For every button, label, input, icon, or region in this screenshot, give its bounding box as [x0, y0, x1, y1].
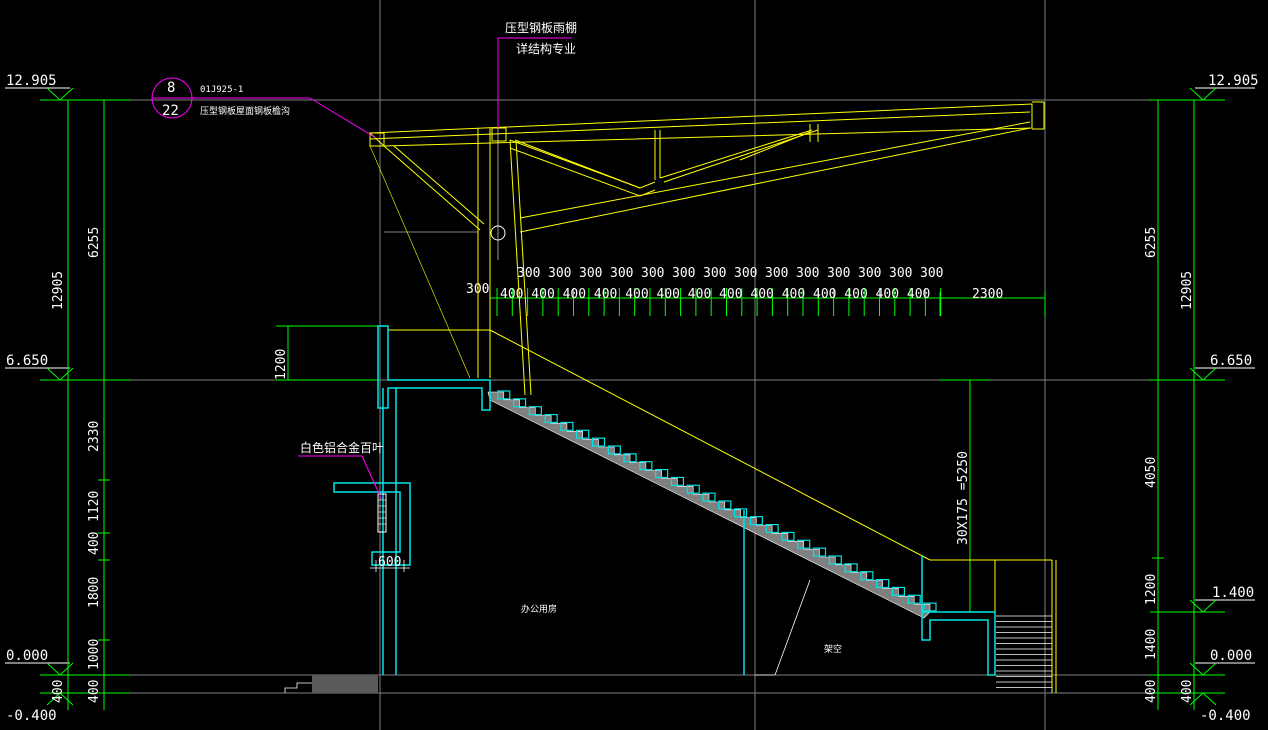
level-marker [1150, 367, 1255, 381]
canopy-note: 详结构专业 [516, 41, 576, 56]
dim-right-inner: 6255 [1144, 227, 1159, 258]
tread-dim-last: 2300 [972, 287, 1003, 302]
callout-ref-code: 01J925-1 [200, 85, 243, 95]
dim-stair-height: 30X175 =5250 [956, 451, 971, 545]
level-label: 12.905 [1208, 73, 1259, 89]
dim-right-inner: 4050 [1144, 457, 1159, 488]
callout-number: 8 [167, 80, 175, 96]
right-level-markers: 12.905 6.650 1.400 0.000 -0.400 [1150, 73, 1259, 724]
room-label: 架空 [824, 643, 842, 655]
tread-dim-bottom: 400 [907, 287, 930, 302]
level-label: -0.400 [6, 708, 57, 724]
dim-right-ground: 400 [1180, 680, 1195, 703]
tread-dim-bottom: 400 [876, 287, 899, 302]
lower-stair-hatch [996, 615, 1052, 688]
dim-louver: 600 [378, 555, 401, 570]
tread-labels: 300 300 300 300 300 300 300 300 300 300 300 300 300 3… [500, 266, 943, 302]
tread-dim-top: 300 [517, 266, 540, 281]
tread-dim-bottom: 400 [563, 287, 586, 302]
tread-dim-top: 300 [920, 266, 943, 281]
tread-dim-top: 300 [641, 266, 664, 281]
louver-note: 白色铝合金百叶 [300, 440, 384, 455]
right-dimension-chain [1152, 99, 1200, 710]
louver-hatch [378, 499, 386, 525]
dim-right-inner: 1400 [1144, 629, 1159, 660]
callout-number: 22 [162, 103, 179, 119]
dim-parapet: 1200 [274, 349, 289, 380]
dim-left-inner: 400 [87, 680, 102, 703]
level-label: -0.400 [1200, 708, 1251, 724]
dim-right-inner: 1200 [1144, 574, 1159, 605]
level-label: 1.400 [1212, 585, 1254, 601]
level-marker [1150, 87, 1255, 101]
dim-left-inner: 1120 [87, 491, 102, 522]
tread-dim-bottom: 400 [750, 287, 773, 302]
level-label: 0.000 [6, 648, 48, 664]
tread-dim-bottom: 400 [500, 287, 523, 302]
tread-dim-bottom: 400 [688, 287, 711, 302]
tread-dim-top: 300 [610, 266, 633, 281]
level-label: 12.905 [6, 73, 57, 89]
level-label: 0.000 [1210, 648, 1252, 664]
tread-dim-top: 300 [548, 266, 571, 281]
stair-flight [487, 391, 931, 619]
tread-dim-bottom: 400 [719, 287, 742, 302]
ground-steps [284, 682, 312, 693]
void-line [774, 579, 811, 676]
dim-right-total: 12905 [1180, 271, 1195, 310]
dim-left-inner: 2330 [87, 421, 102, 452]
tread-dim-top: 300 [703, 266, 726, 281]
dim-left-inner: 6255 [87, 227, 102, 258]
tread-dim-top: 300 [672, 266, 695, 281]
level-label: 6.650 [1210, 353, 1252, 369]
callout-ref-desc: 压型钢板屋面钢板檐沟 [200, 105, 290, 117]
level-marker [1150, 662, 1255, 676]
tread-dim-top: 300 [765, 266, 788, 281]
tread-dim-top: 300 [796, 266, 819, 281]
left-dimension-chain [62, 99, 110, 710]
tread-dim-bottom: 400 [657, 287, 680, 302]
level-marker [1150, 599, 1255, 613]
canopy-truss [368, 101, 1057, 693]
dim-left-inner: 400 [87, 532, 102, 555]
dim-left-inner: 1000 [87, 639, 102, 670]
tread-dim-top: 300 [889, 266, 912, 281]
tread-dim-top: 300 [827, 266, 850, 281]
dim-left-inner: 1800 [87, 577, 102, 608]
tread-dim-top: 300 [858, 266, 881, 281]
tread-dim-bottom: 400 [625, 287, 648, 302]
tread-dim-bottom: 400 [844, 287, 867, 302]
dim-right-inner: 400 [1144, 680, 1159, 703]
level-label: 6.650 [6, 353, 48, 369]
tread-dim-bottom: 400 [531, 287, 554, 302]
room-label: 办公用房 [521, 603, 557, 615]
tread-dim-bottom: 400 [782, 287, 805, 302]
louver-leader [298, 455, 383, 501]
tread-dim-top: 300 [734, 266, 757, 281]
ground-hatch [312, 675, 378, 693]
dim-left-ground: 400 [51, 680, 66, 703]
level-marker [5, 87, 130, 101]
parapet-dimension [276, 325, 380, 381]
tread-dim-top: 300 [579, 266, 602, 281]
dim-left-total: 12905 [51, 271, 66, 310]
column-centerline [384, 120, 499, 260]
canopy-note: 压型钢板雨棚 [505, 20, 577, 35]
tread-dim-bottom: 400 [813, 287, 836, 302]
tread-dim-bottom: 400 [594, 287, 617, 302]
section-walls [333, 325, 996, 676]
cad-section-drawing: 12.905 6.650 0.000 -0.400 12905 6255 233… [5, 0, 1259, 730]
